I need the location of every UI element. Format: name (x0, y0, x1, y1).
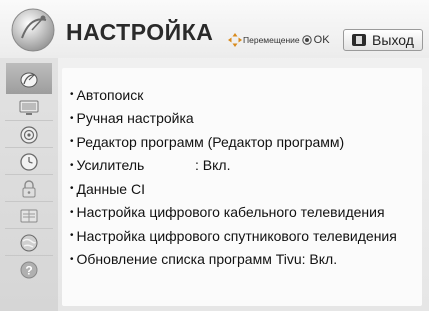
exit-button[interactable]: Выход (343, 29, 423, 51)
sidebar-item-support[interactable]: ? (5, 257, 53, 283)
menu-item-ci-info[interactable]: • Данные CI (70, 177, 397, 201)
satellite-dish-icon (18, 69, 40, 89)
globe-icon (19, 233, 39, 253)
lock-icon (20, 179, 38, 199)
menu-item-digital-cable-setup[interactable]: • Настройка цифрового кабельного телевид… (70, 201, 397, 225)
help-icon: ? (19, 260, 39, 280)
navigation-hint-label: Перемещение (243, 35, 300, 45)
menu-item-autotuning[interactable]: • Автопоиск (70, 83, 397, 107)
navigation-arrows-icon (227, 32, 243, 48)
bullet-icon: • (70, 89, 74, 101)
exit-key-icon (352, 34, 367, 46)
bullet-icon: • (70, 253, 74, 265)
menu-item-label: Настройка цифрового кабельного телевиден… (76, 204, 385, 221)
sidebar-item-audio[interactable] (5, 122, 53, 148)
settings-panel: • Автопоиск • Ручная настройка • Редакто… (62, 68, 422, 306)
bullet-icon: • (70, 183, 74, 195)
bullet-icon: • (70, 230, 74, 242)
settings-screen: НАСТРОЙКА Перемещение OK Выход ? • Автоп… (0, 0, 429, 311)
menu-item-label: Редактор программ (Редактор программ) (76, 133, 345, 150)
sidebar-item-setup[interactable] (6, 63, 52, 94)
category-sidebar: ? (0, 58, 58, 311)
menu-item-value: : Вкл. (195, 157, 231, 174)
clock-icon (19, 152, 39, 172)
menu-item-label: Обновление списка программ Tivu: Вкл. (76, 251, 338, 268)
page-title: НАСТРОЙКА (66, 19, 214, 45)
navigation-hint: Перемещение OK (227, 32, 330, 48)
sidebar-item-lock[interactable] (5, 176, 53, 202)
menu-item-manual-tuning[interactable]: • Ручная настройка (70, 107, 397, 131)
header: НАСТРОЙКА Перемещение OK Выход (0, 0, 429, 58)
monitor-icon (18, 99, 40, 117)
speaker-icon (19, 125, 39, 145)
sidebar-item-options[interactable] (5, 203, 53, 229)
sidebar-item-network[interactable] (5, 230, 53, 256)
bullet-icon: • (70, 206, 74, 218)
exit-button-label: Выход (372, 32, 414, 48)
ok-button-icon (301, 35, 312, 45)
ok-label: OK (313, 34, 330, 46)
svg-text:?: ? (25, 264, 32, 278)
keyboard-icon (19, 207, 39, 225)
sidebar-item-time[interactable] (5, 149, 53, 175)
menu-item-label: Настройка цифрового спутникового телевид… (76, 227, 397, 244)
menu-item-program-editor[interactable]: • Редактор программ (Редактор программ) (70, 130, 397, 154)
menu-item-label: Данные CI (76, 180, 145, 197)
bullet-icon: • (70, 136, 74, 148)
menu-item-tivu-update[interactable]: • Обновление списка программ Tivu: Вкл. (70, 248, 397, 272)
menu-item-booster[interactable]: • Усилитель : Вкл. (70, 154, 397, 178)
sidebar-item-picture[interactable] (5, 95, 53, 121)
settings-menu: • Автопоиск • Ручная настройка • Редакто… (70, 83, 397, 271)
menu-item-label: Усилитель (76, 157, 145, 174)
bullet-icon: • (70, 159, 74, 171)
satellite-dish-logo-icon (8, 4, 58, 54)
menu-item-label: Автопоиск (76, 86, 144, 103)
bullet-icon: • (70, 112, 74, 124)
menu-item-digital-satellite-setup[interactable]: • Настройка цифрового спутникового телев… (70, 224, 397, 248)
menu-item-label: Ручная настройка (76, 110, 194, 127)
